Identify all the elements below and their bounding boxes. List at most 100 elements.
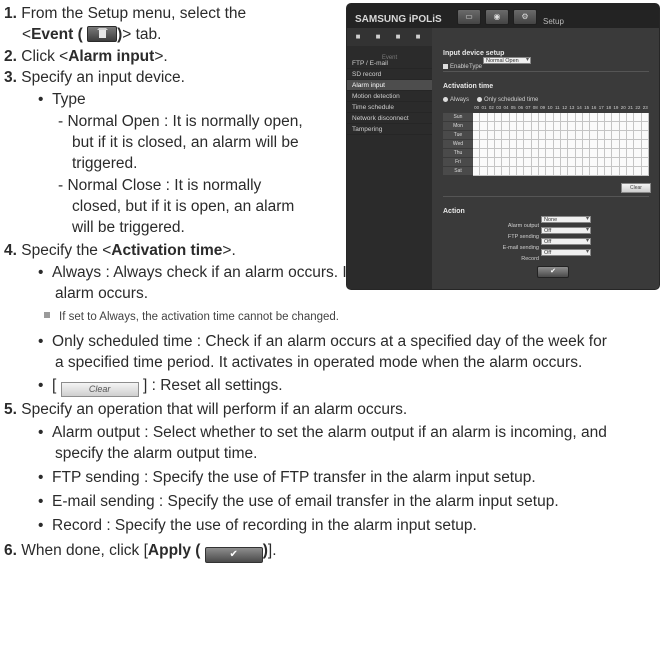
checkbox-icon[interactable] xyxy=(443,64,448,69)
hour-cell[interactable] xyxy=(612,122,620,131)
hour-cell[interactable] xyxy=(516,131,525,140)
hour-cell[interactable] xyxy=(487,113,495,122)
hour-cell[interactable] xyxy=(524,140,532,149)
hour-cell[interactable] xyxy=(619,131,627,140)
hour-cell[interactable] xyxy=(582,158,591,167)
hour-cell[interactable] xyxy=(524,167,532,176)
hour-cell[interactable] xyxy=(619,122,627,131)
sidebar-item-ftp-email[interactable]: FTP / E-mail xyxy=(347,58,432,69)
hour-cell[interactable] xyxy=(502,122,510,131)
hour-cell[interactable] xyxy=(568,122,576,131)
enable-checkbox[interactable]: Enable xyxy=(443,57,469,77)
sidebar-item-motion-detection[interactable]: Motion detection xyxy=(347,91,432,102)
hour-cell[interactable] xyxy=(597,122,605,131)
hour-cell[interactable] xyxy=(531,122,539,131)
hour-cell[interactable] xyxy=(531,167,539,176)
hour-cell[interactable] xyxy=(487,158,495,167)
hour-cell[interactable] xyxy=(546,131,554,140)
hour-cell[interactable] xyxy=(619,167,627,176)
hour-cell[interactable] xyxy=(634,158,642,167)
hour-cell[interactable] xyxy=(641,158,649,167)
camera-icon[interactable]: ■ xyxy=(353,32,363,42)
hour-cell[interactable] xyxy=(473,122,481,131)
hour-cell[interactable] xyxy=(553,113,561,122)
hour-cell[interactable] xyxy=(473,158,481,167)
hour-cell[interactable] xyxy=(634,131,642,140)
hour-cell[interactable] xyxy=(509,122,517,131)
hour-cell[interactable] xyxy=(641,122,649,131)
hour-cell[interactable] xyxy=(553,167,561,176)
hour-cell[interactable] xyxy=(568,167,576,176)
hour-cell[interactable] xyxy=(560,140,569,149)
hour-cell[interactable] xyxy=(604,158,613,167)
hour-cell[interactable] xyxy=(612,131,620,140)
hour-cell[interactable] xyxy=(597,167,605,176)
hour-cell[interactable] xyxy=(634,122,642,131)
hour-cell[interactable] xyxy=(509,149,517,158)
hour-cell[interactable] xyxy=(553,122,561,131)
apply-button[interactable]: ✔ xyxy=(537,266,569,278)
hour-cell[interactable] xyxy=(538,158,547,167)
hour-cell[interactable] xyxy=(634,149,642,158)
hour-cell[interactable] xyxy=(487,149,495,158)
hour-cell[interactable] xyxy=(626,122,635,131)
record-select[interactable]: Off xyxy=(541,249,591,256)
hour-cell[interactable] xyxy=(568,140,576,149)
hour-cell[interactable] xyxy=(590,149,598,158)
hour-cell[interactable] xyxy=(612,140,620,149)
hour-cell[interactable] xyxy=(538,131,547,140)
ftp-sending-select[interactable]: Off xyxy=(541,227,591,234)
hour-cell[interactable] xyxy=(546,158,554,167)
hour-cell[interactable] xyxy=(582,113,591,122)
hour-cell[interactable] xyxy=(494,158,503,167)
hour-cell[interactable] xyxy=(524,122,532,131)
hour-cell[interactable] xyxy=(516,149,525,158)
hour-cell[interactable] xyxy=(626,149,635,158)
hour-cell[interactable] xyxy=(502,140,510,149)
hour-cell[interactable] xyxy=(502,149,510,158)
hour-cell[interactable] xyxy=(538,140,547,149)
radio-icon[interactable] xyxy=(477,97,482,102)
hour-cells[interactable] xyxy=(473,113,649,122)
hour-cell[interactable] xyxy=(597,131,605,140)
hour-cell[interactable] xyxy=(524,158,532,167)
type-select[interactable]: Normal Open xyxy=(483,57,531,64)
radio-icon[interactable] xyxy=(443,97,448,102)
hour-cell[interactable] xyxy=(560,131,569,140)
hour-cell[interactable] xyxy=(473,113,481,122)
hour-cell[interactable] xyxy=(473,167,481,176)
hour-cell[interactable] xyxy=(531,140,539,149)
hour-cell[interactable] xyxy=(590,122,598,131)
hour-cell[interactable] xyxy=(509,167,517,176)
hour-cell[interactable] xyxy=(604,140,613,149)
hour-cell[interactable] xyxy=(531,131,539,140)
hour-cell[interactable] xyxy=(582,140,591,149)
hour-cell[interactable] xyxy=(473,140,481,149)
hour-cell[interactable] xyxy=(494,122,503,131)
hour-cell[interactable] xyxy=(502,158,510,167)
hour-cells[interactable] xyxy=(473,149,649,158)
hour-cell[interactable] xyxy=(590,113,598,122)
hour-cell[interactable] xyxy=(641,113,649,122)
hour-cell[interactable] xyxy=(494,131,503,140)
schedule-grid[interactable]: 00 01 02 03 04 05 06 07 08 09 10 11 12 13 14 15 16 17 18 19… xyxy=(443,104,649,180)
hour-cell[interactable] xyxy=(524,131,532,140)
monitor-tab-icon[interactable]: ▭ xyxy=(457,9,481,25)
hour-cell[interactable] xyxy=(531,113,539,122)
hour-cell[interactable] xyxy=(480,131,488,140)
email-sending-select[interactable]: Off xyxy=(541,238,591,245)
hour-cell[interactable] xyxy=(553,149,561,158)
hour-cell[interactable] xyxy=(531,158,539,167)
hour-cell[interactable] xyxy=(597,149,605,158)
hour-cell[interactable] xyxy=(604,131,613,140)
sidebar-item-network-disconnect[interactable]: Network disconnect xyxy=(347,113,432,124)
hour-cell[interactable] xyxy=(612,113,620,122)
hour-cell[interactable] xyxy=(575,158,583,167)
hour-cell[interactable] xyxy=(612,158,620,167)
hour-cell[interactable] xyxy=(575,122,583,131)
hour-cell[interactable] xyxy=(604,149,613,158)
hour-cell[interactable] xyxy=(582,149,591,158)
hour-cell[interactable] xyxy=(538,122,547,131)
alarm-output-select[interactable]: None xyxy=(541,216,591,223)
hour-cell[interactable] xyxy=(582,167,591,176)
